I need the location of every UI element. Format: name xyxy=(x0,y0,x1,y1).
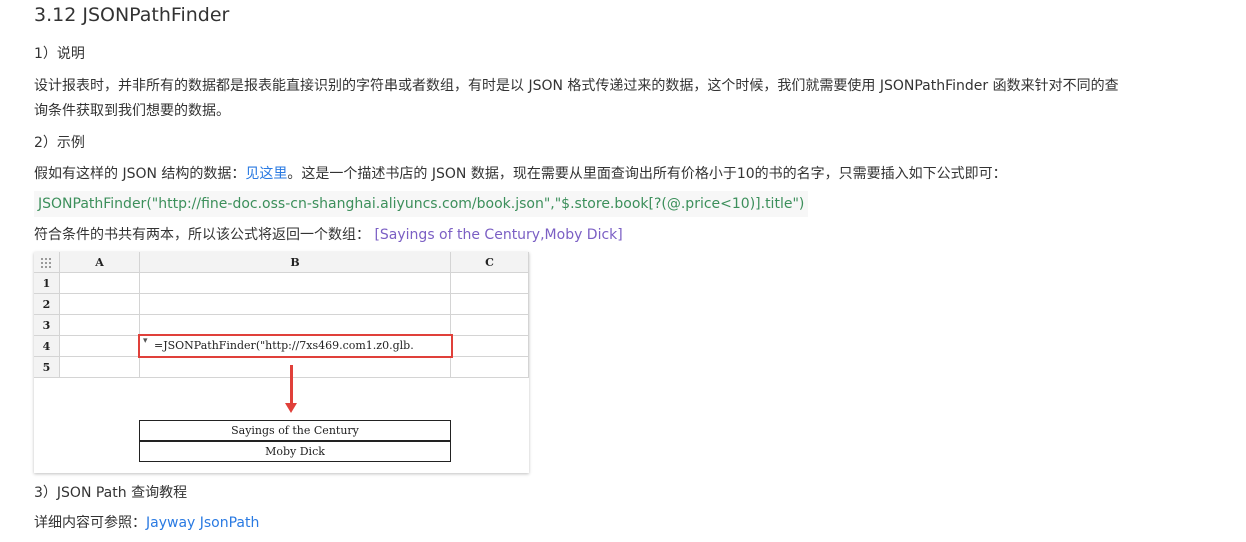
cell-b3 xyxy=(140,315,451,336)
arrow-down-icon xyxy=(290,365,293,405)
row-header-2: 2 xyxy=(34,294,60,315)
example-text-before: 假如有这样的 JSON 结构的数据： xyxy=(34,166,246,182)
reference-paragraph: 详细内容可参照：Jayway JsonPath xyxy=(34,511,259,535)
column-header-b: B xyxy=(140,252,451,273)
see-here-link[interactable]: 见这里 xyxy=(245,166,287,182)
arrow-head-icon xyxy=(285,403,297,413)
formula-code: JSONPathFinder("http://fine-doc.oss-cn-s… xyxy=(34,191,809,217)
description-line-1: 设计报表时，并非所有的数据都是报表能直接识别的字符串或者数组，有时是以 JSON… xyxy=(34,78,1119,94)
cell-a5 xyxy=(60,357,140,378)
section-label-example: 2）示例 xyxy=(34,135,85,151)
row-header-4: 4 xyxy=(34,336,60,357)
section-label-description: 1）说明 xyxy=(34,46,85,62)
cell-a2 xyxy=(60,294,140,315)
grid-dots-icon xyxy=(40,258,51,268)
cell-b2 xyxy=(140,294,451,315)
cell-c5 xyxy=(451,357,529,378)
reference-text-before: 详细内容可参照： xyxy=(34,515,146,531)
cell-c3 xyxy=(451,315,529,336)
expand-marker-icon: ▾ xyxy=(143,336,148,346)
result-array: [Sayings of the Century,Moby Dick] xyxy=(374,227,623,243)
example-text-after: 。这是一个描述书店的 JSON 数据，现在需要从里面查询出所有价格小于10的书的… xyxy=(287,166,1007,182)
description-line-2: 询条件获取到我们想要的数据。 xyxy=(34,103,230,119)
cell-c2 xyxy=(451,294,529,315)
column-header-c: C xyxy=(451,252,529,273)
section-label-tutorial: 3）JSON Path 查询教程 xyxy=(34,485,188,501)
result-paragraph: 符合条件的书共有两本，所以该公式将返回一个数组： [Sayings of the… xyxy=(34,223,623,247)
formula-cell-text: =JSONPathFinder("http://7xs469.com1.z0.g… xyxy=(154,339,414,352)
row-header-5: 5 xyxy=(34,357,60,378)
cell-a4 xyxy=(60,336,140,357)
cell-c1 xyxy=(451,273,529,294)
result-text-before: 符合条件的书共有两本，所以该公式将返回一个数组： xyxy=(34,227,370,243)
corner-cell xyxy=(34,252,60,273)
example-paragraph: 假如有这样的 JSON 结构的数据：见这里。这是一个描述书店的 JSON 数据，… xyxy=(34,162,1007,186)
cell-c4 xyxy=(451,336,529,357)
row-header-1: 1 xyxy=(34,273,60,294)
page-title: 3.12 JSONPathFinder xyxy=(34,4,230,26)
column-header-a: A xyxy=(60,252,140,273)
cell-b5 xyxy=(140,357,451,378)
formula-cell-b4: ▾ =JSONPathFinder("http://7xs469.com1.z0… xyxy=(138,334,453,358)
row-header-3: 3 xyxy=(34,315,60,336)
cell-a3 xyxy=(60,315,140,336)
spreadsheet-figure: A B C 1 2 3 4 5 ▾ =JSONPathFinder("http:… xyxy=(34,252,529,473)
result-row-2: Moby Dick xyxy=(139,441,451,462)
cell-a1 xyxy=(60,273,140,294)
jayway-jsonpath-link[interactable]: Jayway JsonPath xyxy=(146,515,259,531)
cell-b1 xyxy=(140,273,451,294)
result-row-1: Sayings of the Century xyxy=(139,420,451,441)
